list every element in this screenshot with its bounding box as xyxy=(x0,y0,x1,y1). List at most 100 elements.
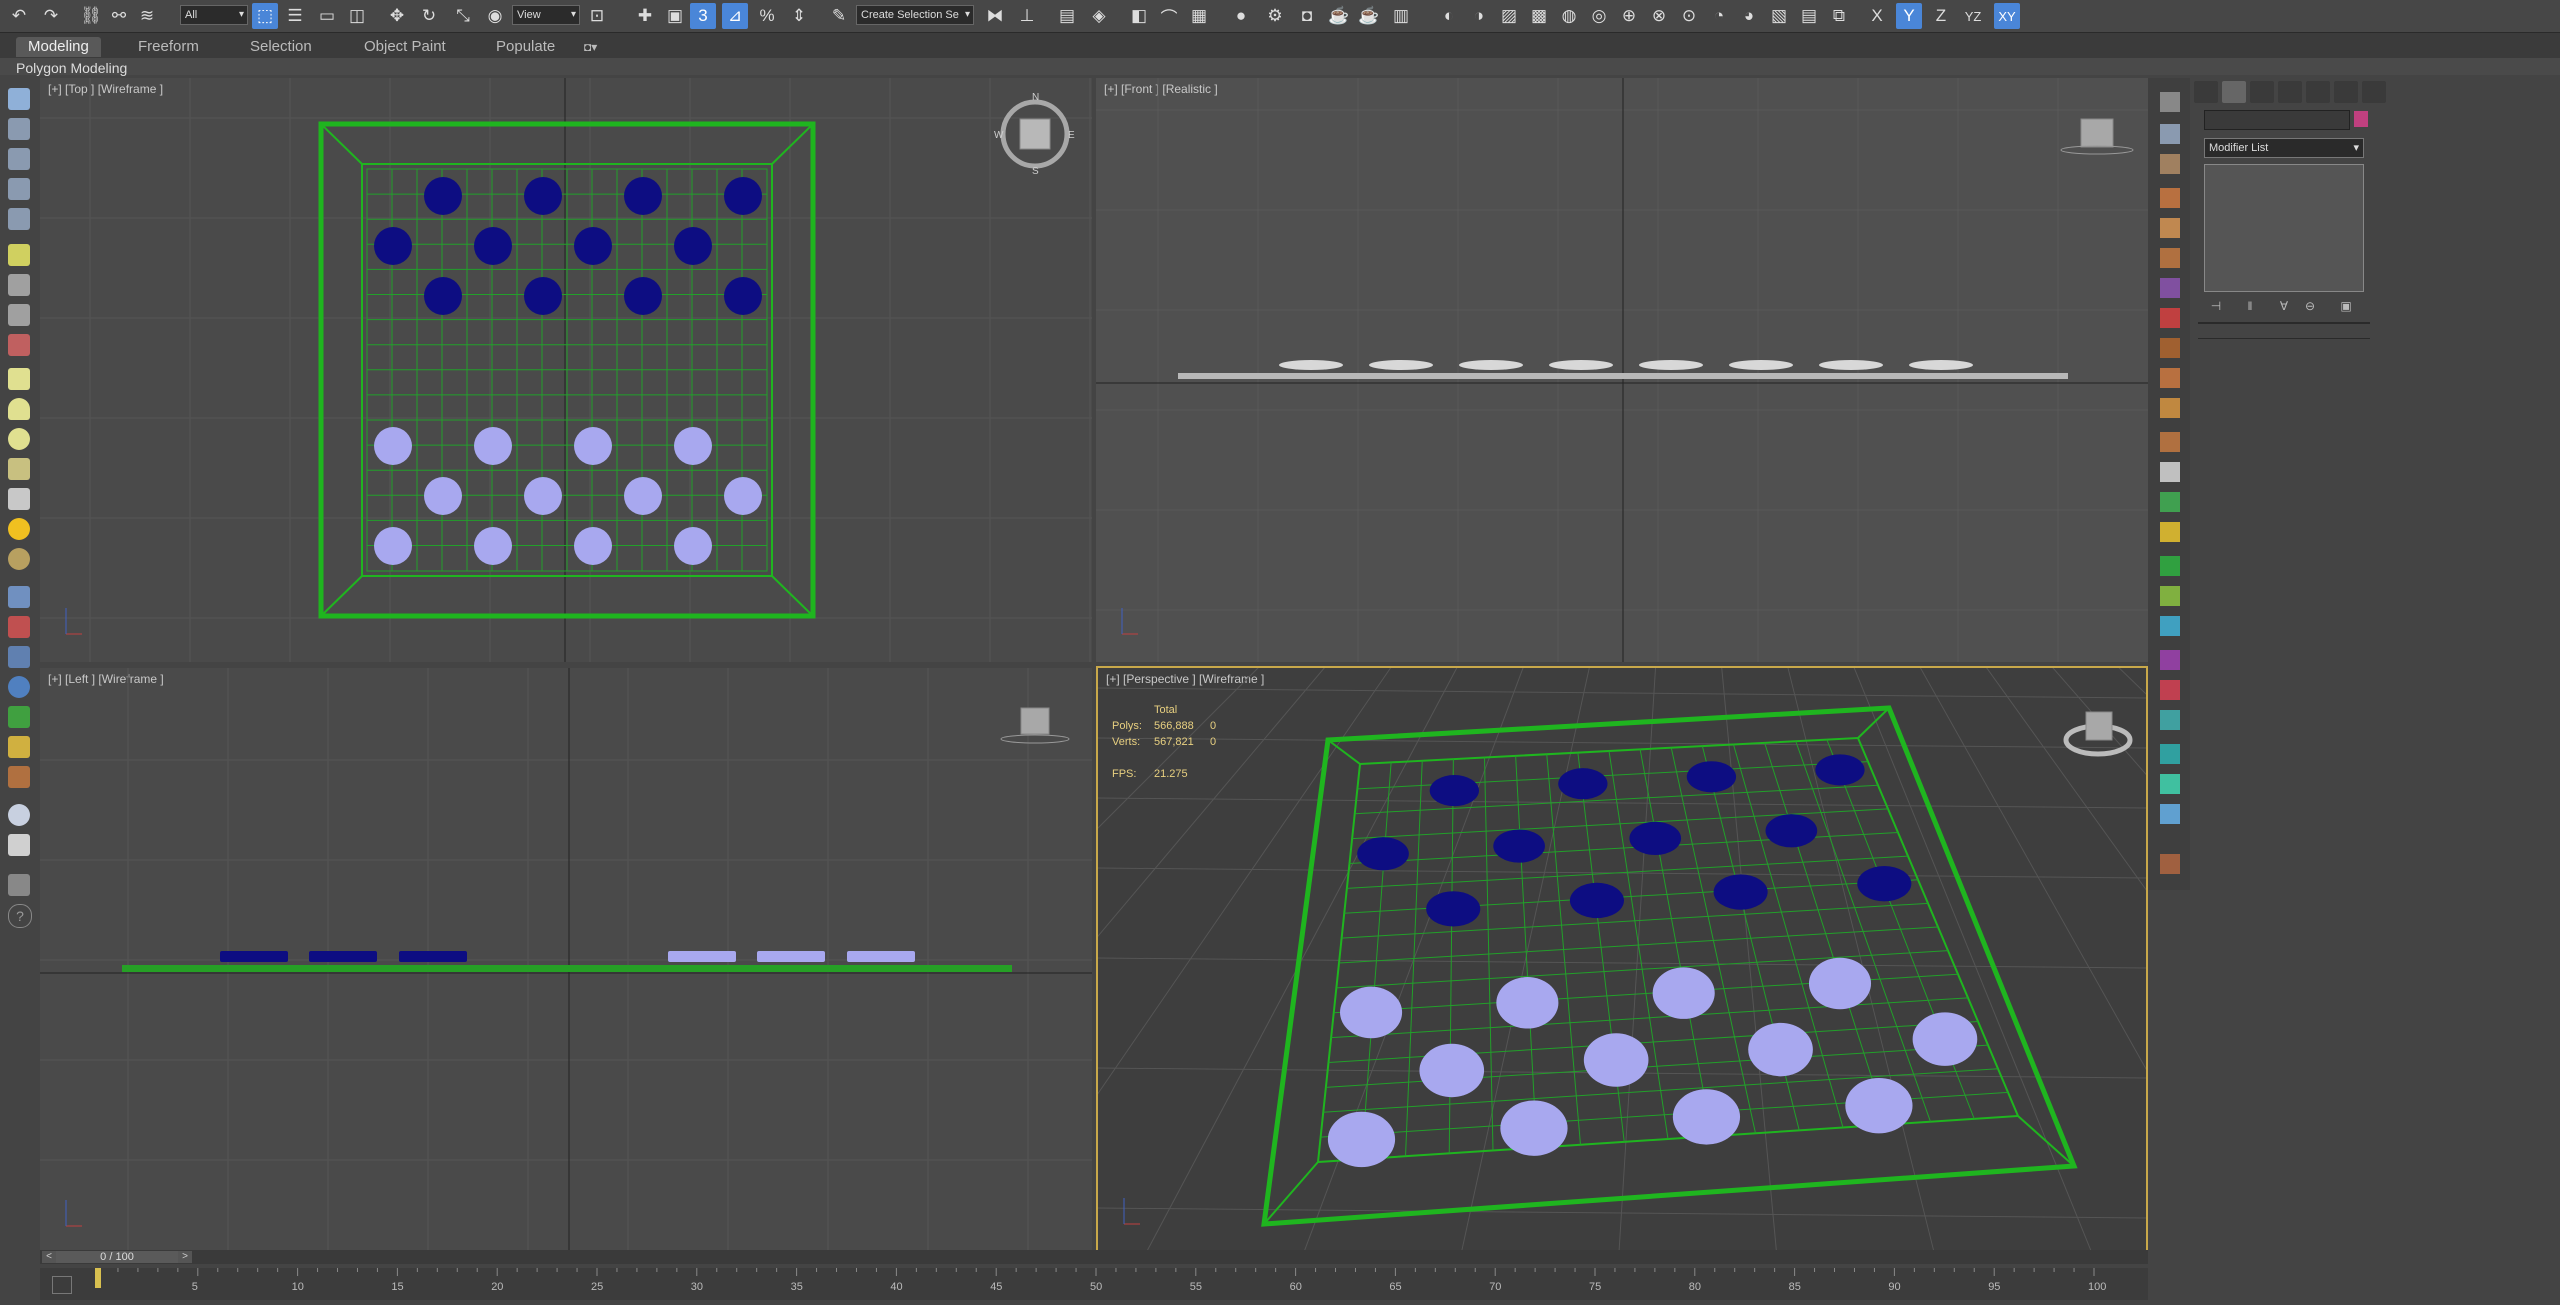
spinner-snap-icon[interactable]: ⇕ xyxy=(786,3,812,29)
scale-icon[interactable]: ⤡ xyxy=(450,3,476,29)
modifier-list-dropdown[interactable]: Modifier List ▾ xyxy=(2204,138,2364,158)
dynamics-icon[interactable] xyxy=(8,616,30,638)
geosphere-icon[interactable] xyxy=(8,548,30,570)
extra-tool-11-icon[interactable]: ◕ xyxy=(1736,3,1762,29)
make-unique-icon[interactable]: ∀ xyxy=(2274,298,2294,314)
object-name-field[interactable] xyxy=(2204,110,2350,130)
tab-selection[interactable]: Selection xyxy=(250,37,312,57)
sphere-icon[interactable] xyxy=(8,428,30,450)
cmd-icon-14[interactable] xyxy=(2160,492,2180,512)
ribbon-panel-label[interactable]: Polygon Modeling xyxy=(16,60,127,76)
create-teapot-icon[interactable] xyxy=(8,88,30,110)
axis-constraint-z[interactable]: Z xyxy=(1928,3,1954,29)
mirror-icon[interactable]: ⧓ xyxy=(982,3,1008,29)
extra-tool-5-icon[interactable]: ◍ xyxy=(1556,3,1582,29)
selection-filter-dropdown[interactable]: All xyxy=(180,5,248,25)
utilities-tab-icon[interactable] xyxy=(2334,81,2358,103)
select-by-name-icon[interactable]: ☰ xyxy=(282,3,308,29)
scene-explorer-icon[interactable]: ▤ xyxy=(1054,3,1080,29)
render-activeshade-icon[interactable]: ▥ xyxy=(1388,3,1414,29)
hierarchy-tab-icon[interactable] xyxy=(2250,81,2274,103)
camera-icon[interactable] xyxy=(8,274,30,296)
cmd-icon-17[interactable] xyxy=(2160,586,2180,606)
cmd-icon-9[interactable] xyxy=(2160,338,2180,358)
cmd-icon-15[interactable] xyxy=(2160,522,2180,542)
redo-icon[interactable]: ↷ xyxy=(38,3,64,29)
axis-constraint-x[interactable]: X xyxy=(1864,3,1890,29)
axis-constraint-yz[interactable]: YZ xyxy=(1960,3,1986,29)
calculator-icon[interactable] xyxy=(8,834,30,856)
tab-modeling[interactable]: Modeling xyxy=(16,37,101,57)
snap-toggle-icon[interactable]: 3 xyxy=(690,3,716,29)
cmd-icon-5[interactable] xyxy=(2160,218,2180,238)
cmd-icon-2[interactable] xyxy=(2160,124,2180,144)
sun-icon[interactable] xyxy=(8,518,30,540)
create-tab-icon[interactable] xyxy=(2194,81,2218,103)
select-object-icon[interactable]: ⬚ xyxy=(252,3,278,29)
tab-freeform[interactable]: Freeform xyxy=(138,37,199,57)
object-color-swatch[interactable] xyxy=(2354,111,2368,127)
material-sphere-icon[interactable] xyxy=(8,804,30,826)
tab-object-paint[interactable]: Object Paint xyxy=(364,37,446,57)
material-editor-icon[interactable]: ● xyxy=(1228,3,1254,29)
extra-tool-2-icon[interactable]: ◑ xyxy=(1466,3,1492,29)
tab-populate[interactable]: Populate xyxy=(496,37,555,57)
globe-icon[interactable] xyxy=(8,676,30,698)
rendered-frame-icon[interactable]: ◘ xyxy=(1294,3,1320,29)
bind-spacewarp-icon[interactable]: ≋ xyxy=(134,3,160,29)
extra-tool-8-icon[interactable]: ⊗ xyxy=(1646,3,1672,29)
tools-tab-icon[interactable] xyxy=(2362,81,2386,103)
axis-constraint-xy[interactable]: XY xyxy=(1994,3,2020,29)
scene-icon-3[interactable] xyxy=(8,178,30,200)
foliage-icon[interactable] xyxy=(8,706,30,728)
cmd-icon-6[interactable] xyxy=(2160,248,2180,268)
cmd-icon-19[interactable] xyxy=(2160,650,2180,670)
extra-tool-13-icon[interactable]: ▤ xyxy=(1796,3,1822,29)
scene-icon-2[interactable] xyxy=(8,148,30,170)
cmd-icon-21[interactable] xyxy=(2160,710,2180,730)
schematic-view-icon[interactable]: ▦ xyxy=(1186,3,1212,29)
trackbar[interactable]: 5 10 15 20 25 30 35 40 45 50 55 60 65 70 75 80 85 90 95 100 xyxy=(40,1268,2148,1300)
cmd-icon-8[interactable] xyxy=(2160,308,2180,328)
time-slider-track[interactable] xyxy=(40,1250,2148,1264)
extra-tool-7-icon[interactable]: ⊕ xyxy=(1616,3,1642,29)
configure-modifier-sets-icon[interactable]: ▣ xyxy=(2336,298,2356,314)
window-crossing-icon[interactable]: ◫ xyxy=(344,3,370,29)
render-iterative-icon[interactable]: ☕ xyxy=(1356,3,1382,29)
viewport-perspective[interactable]: [+] [Perspective ] [Wireframe ] Total Po… xyxy=(1096,666,2148,1252)
extra-tool-14-icon[interactable]: ⧉ xyxy=(1826,3,1852,29)
motion-tab-icon[interactable] xyxy=(2278,81,2302,103)
named-selection-dropdown[interactable]: Create Selection Se xyxy=(856,5,974,25)
cmd-icon-24[interactable] xyxy=(2160,804,2180,824)
time-slider-thumb[interactable]: 0 / 100 xyxy=(56,1251,178,1263)
viewport-front[interactable]: [+] [Front ] [Realistic ] xyxy=(1096,78,2148,662)
cmd-icon-12[interactable] xyxy=(2160,432,2180,452)
modify-tab-icon[interactable] xyxy=(2222,81,2246,103)
cmd-icon-13[interactable] xyxy=(2160,462,2180,482)
light-icon[interactable] xyxy=(8,244,30,266)
select-manipulate-icon[interactable]: ✚ xyxy=(632,3,658,29)
extra-tool-1-icon[interactable]: ◐ xyxy=(1436,3,1462,29)
cmd-icon-7[interactable] xyxy=(2160,278,2180,298)
extra-tool-3-icon[interactable]: ▨ xyxy=(1496,3,1522,29)
layers-icon[interactable] xyxy=(8,874,30,896)
extra-tool-4-icon[interactable]: ▩ xyxy=(1526,3,1552,29)
remove-modifier-icon[interactable]: ⊖ xyxy=(2300,298,2320,314)
unlink-icon[interactable]: ⚯ xyxy=(106,3,132,29)
modifier-stack[interactable] xyxy=(2204,164,2364,292)
link-icon[interactable]: ⛓ xyxy=(78,3,104,29)
layer-explorer-icon[interactable]: ◈ xyxy=(1086,3,1112,29)
ribbon-options-icon[interactable]: ◘▾ xyxy=(584,37,597,57)
display-tab-icon[interactable] xyxy=(2306,81,2330,103)
cone-icon[interactable] xyxy=(8,398,30,420)
cmd-icon-25[interactable] xyxy=(2160,854,2180,874)
cmd-icon-16[interactable] xyxy=(2160,556,2180,576)
viewport-top[interactable]: [+] [Top ] [Wireframe ] NESW xyxy=(40,78,1092,662)
scene-icon-4[interactable] xyxy=(8,208,30,230)
character-icon[interactable] xyxy=(8,646,30,668)
extra-tool-10-icon[interactable]: ◔ xyxy=(1706,3,1732,29)
help-icon[interactable]: ? xyxy=(8,904,32,928)
cmd-icon-11[interactable] xyxy=(2160,398,2180,418)
pivot-center-icon[interactable]: ⊡ xyxy=(584,3,610,29)
time-prev-button[interactable]: < xyxy=(42,1251,56,1263)
